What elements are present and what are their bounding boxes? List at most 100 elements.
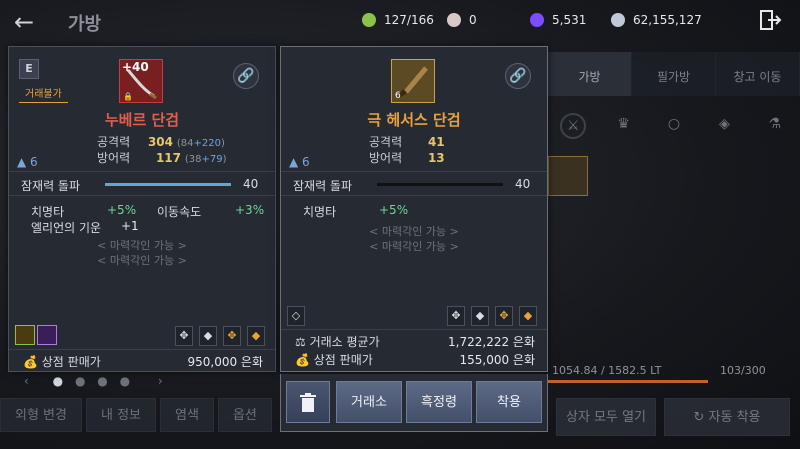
engrave-slot: < 마력각인 가능 >	[97, 239, 187, 252]
pager-dot[interactable]: ●	[120, 374, 130, 388]
bonus-label: 엘리언의 기운	[31, 221, 102, 235]
socket-icon[interactable]: ✥	[175, 326, 193, 346]
pager-dot[interactable]: ●	[97, 374, 107, 388]
engrave-slot: < 마력각인 가능 >	[97, 254, 187, 267]
potential-bar	[377, 183, 503, 186]
crystal-value: 5,531	[552, 13, 587, 27]
inventory-slot-selected[interactable]	[548, 156, 588, 196]
page-title: 가방	[68, 14, 102, 35]
divider	[9, 171, 275, 172]
option-button[interactable]: 옵션	[217, 398, 272, 432]
auto-equip-button[interactable]: ↻ 자동 착용	[664, 398, 790, 436]
chevron-right-icon[interactable]: ›	[158, 374, 163, 388]
inventory-tabs: 가방 필가방 창고 이동	[548, 52, 800, 96]
socket-icon[interactable]: ◆	[519, 306, 537, 326]
bonus-label: 치명타	[31, 205, 65, 219]
market-price-row: ⚖ 거래소 평균가	[295, 335, 380, 349]
tab-extra-bag[interactable]: 필가방	[632, 52, 716, 96]
divider	[281, 195, 547, 196]
market-button[interactable]: 거래소	[336, 381, 402, 423]
weight-value: 1054.84 / 1582.5 LT	[552, 364, 662, 377]
filter-bar: ⚔ ♛ ○ ◈ ⚗	[548, 104, 800, 148]
dye-button[interactable]: 염색	[160, 398, 214, 432]
black-spirit-button[interactable]: 흑정령	[406, 381, 472, 423]
trash-icon[interactable]	[286, 381, 330, 423]
shield-icon[interactable]: ◈	[711, 113, 737, 139]
money-bag-icon: 💰	[23, 355, 42, 369]
socket-icon[interactable]: ◆	[471, 306, 489, 326]
market-price-value: 1,722,222 은화	[448, 335, 535, 349]
inventory-info: 1054.84 / 1582.5 LT 103/300	[548, 358, 800, 382]
tab-storage[interactable]: 창고 이동	[716, 52, 800, 96]
weight-bar	[548, 380, 708, 383]
engrave-slot: < 마력각인 가능 >	[369, 240, 459, 253]
stat-label: 방어력	[97, 151, 131, 165]
divider	[281, 171, 547, 172]
chevron-left-icon[interactable]: ‹	[24, 374, 29, 388]
pager-dot[interactable]: ●	[53, 374, 63, 388]
divider	[9, 195, 275, 196]
equipped-badge: E	[19, 59, 39, 79]
currency-pearl: 0	[447, 10, 517, 30]
potential-label: 잠재력 돌파	[293, 179, 353, 193]
divider	[281, 329, 547, 330]
tab-bag[interactable]: 가방	[548, 52, 632, 96]
item-name: 누베르 단검	[104, 111, 180, 129]
pearl-value: 0	[469, 13, 477, 27]
swords-icon[interactable]: ⚔	[560, 113, 587, 139]
link-icon[interactable]: 🔗	[505, 63, 531, 89]
appearance-button[interactable]: 외형 변경	[0, 398, 82, 432]
weight-icon: ▲	[17, 155, 31, 169]
my-info-button[interactable]: 내 정보	[85, 398, 156, 432]
socket-icon[interactable]: ✥	[223, 326, 241, 346]
refresh-icon: ↻	[693, 410, 709, 425]
stat-defense: 방어력 117 (38+79)	[97, 149, 277, 166]
top-bar: ← 가방 127/166 0 5,531 62,155,127	[0, 0, 800, 40]
link-icon[interactable]: 🔗	[233, 63, 259, 89]
sell-price-row: 💰 상점 판매가	[23, 355, 101, 369]
energy-icon	[362, 13, 376, 27]
stat-attack: 공격력 41	[369, 133, 445, 150]
crystal-slot-gold[interactable]	[15, 325, 35, 345]
crystal-slot-purple[interactable]	[37, 325, 57, 345]
pager: ‹ ● ● ● ● ›	[24, 374, 163, 388]
socket-icon[interactable]: ✥	[495, 306, 513, 326]
trade-tag: 거래불가	[19, 83, 68, 103]
socket-icon[interactable]: ◆	[247, 326, 265, 346]
gem-icon[interactable]: ◇	[287, 306, 305, 326]
potential-value: 40	[243, 177, 259, 191]
stat-detail: (84+220)	[176, 138, 225, 149]
bonus-value: +5%	[379, 203, 409, 217]
auto-equip-label: 자동 착용	[708, 410, 761, 425]
potion-icon[interactable]: ⚗	[762, 113, 788, 139]
pager-dot[interactable]: ●	[75, 374, 85, 388]
socket-icon[interactable]: ◆	[199, 326, 217, 346]
sell-price-value: 155,000 은화	[459, 353, 535, 367]
bonus-label: 이동속도	[157, 205, 202, 219]
stat-value: 304	[147, 135, 174, 149]
currency-silver: 62,155,127	[611, 10, 729, 30]
stat-value: 13	[427, 151, 445, 165]
engrave-slot: < 마력각인 가능 >	[369, 225, 459, 238]
item-card-equipped: E 거래불가 +40 🔒 🔗 누베르 단검 공격력 304 (84+220) 방…	[8, 46, 276, 372]
weight-icon: ▲	[289, 155, 303, 169]
exit-icon[interactable]	[758, 8, 782, 32]
sell-price-value: 950,000 은화	[187, 355, 263, 369]
potential-fill	[105, 183, 231, 186]
bottom-left-menu: 외형 변경 내 정보 염색 옵션	[0, 398, 272, 434]
open-all-boxes-button[interactable]: 상자 모두 열기	[556, 398, 656, 436]
stat-label: 방어력	[369, 151, 403, 165]
socket-icon[interactable]: ✥	[447, 306, 465, 326]
item-level: ▲ 6	[289, 155, 310, 169]
item-card-compare: 6 🔗 극 헤서스 단검 공격력 41 방어력 13 ▲ 6 잠재력 돌파 40…	[280, 46, 548, 372]
potential-value: 40	[515, 177, 531, 191]
arrow-left-icon[interactable]: ←	[14, 8, 34, 36]
stat-defense: 방어력 13	[369, 149, 445, 166]
sell-price-row: 💰 상점 판매가	[295, 353, 373, 367]
tab-storage-label: 창고 이동	[733, 70, 782, 84]
armor-icon[interactable]: ♛	[611, 113, 637, 139]
ring-icon[interactable]: ○	[661, 113, 687, 139]
energy-value: 127/166	[384, 13, 434, 27]
lock-icon: 🔒	[123, 92, 133, 101]
equip-button[interactable]: 착용	[476, 381, 542, 423]
